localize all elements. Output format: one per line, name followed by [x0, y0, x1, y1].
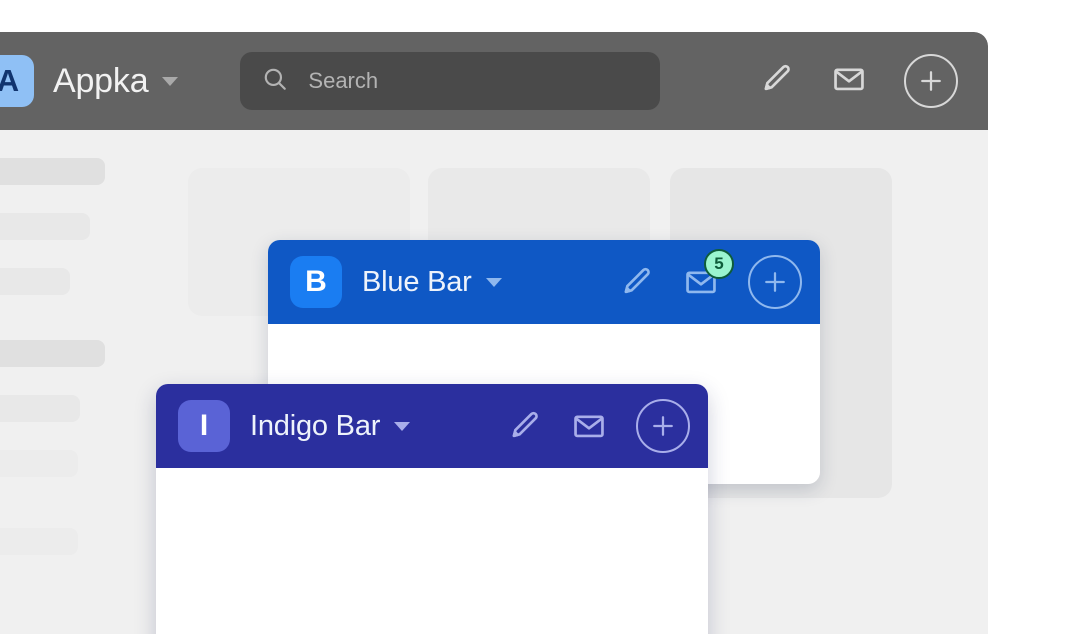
plus-circle-icon[interactable] [904, 54, 958, 108]
card-title: Indigo Bar [250, 409, 381, 442]
chevron-down-icon[interactable] [485, 277, 502, 287]
sidebar-skeleton-bar [0, 213, 90, 240]
card-avatar[interactable]: B [290, 256, 342, 308]
envelope-icon[interactable] [832, 62, 866, 101]
envelope-icon[interactable]: 5 [684, 249, 734, 299]
card-header: B Blue Bar 5 [268, 240, 820, 324]
card-actions [508, 399, 690, 453]
chevron-down-icon[interactable] [162, 76, 179, 86]
top-bar-actions [760, 54, 970, 108]
search-icon [262, 66, 288, 97]
app-title: Appka [53, 61, 149, 100]
plus-circle-icon[interactable] [636, 399, 690, 453]
app-avatar[interactable]: A [0, 55, 34, 107]
search-input[interactable]: Search [240, 52, 661, 110]
sidebar-skeleton-bar [0, 450, 78, 477]
card-body [156, 468, 708, 634]
card-title: Blue Bar [362, 265, 472, 298]
card-actions: 5 [620, 249, 802, 309]
card-header: I Indigo Bar [156, 384, 708, 468]
sidebar-skeleton-bar [0, 340, 105, 367]
sidebar-skeleton-bar [0, 528, 78, 555]
card-avatar-letter: I [199, 409, 209, 442]
envelope-icon[interactable] [572, 409, 606, 443]
pencil-icon[interactable] [760, 62, 794, 101]
pencil-icon[interactable] [508, 409, 542, 443]
chevron-down-icon[interactable] [394, 421, 411, 431]
sidebar-skeleton-bar [0, 158, 105, 185]
search-placeholder: Search [308, 68, 379, 93]
app-avatar-letter: A [0, 63, 20, 98]
board: B Blue Bar 5 I Indigo Bar [0, 130, 988, 634]
sidebar-skeleton-bar [0, 395, 80, 422]
notification-badge: 5 [704, 249, 734, 279]
plus-circle-icon[interactable] [748, 255, 802, 309]
app-window: A Appka Search B Blue Bar 5 I Indigo Bar [0, 32, 988, 634]
sidebar-skeleton-bar [0, 268, 70, 295]
pencil-icon[interactable] [620, 265, 654, 299]
top-bar: A Appka Search [0, 32, 988, 130]
card-avatar[interactable]: I [178, 400, 230, 452]
sidebar [0, 130, 155, 634]
card-avatar-letter: B [305, 265, 327, 298]
card-indigo-bar[interactable]: I Indigo Bar [156, 384, 708, 634]
